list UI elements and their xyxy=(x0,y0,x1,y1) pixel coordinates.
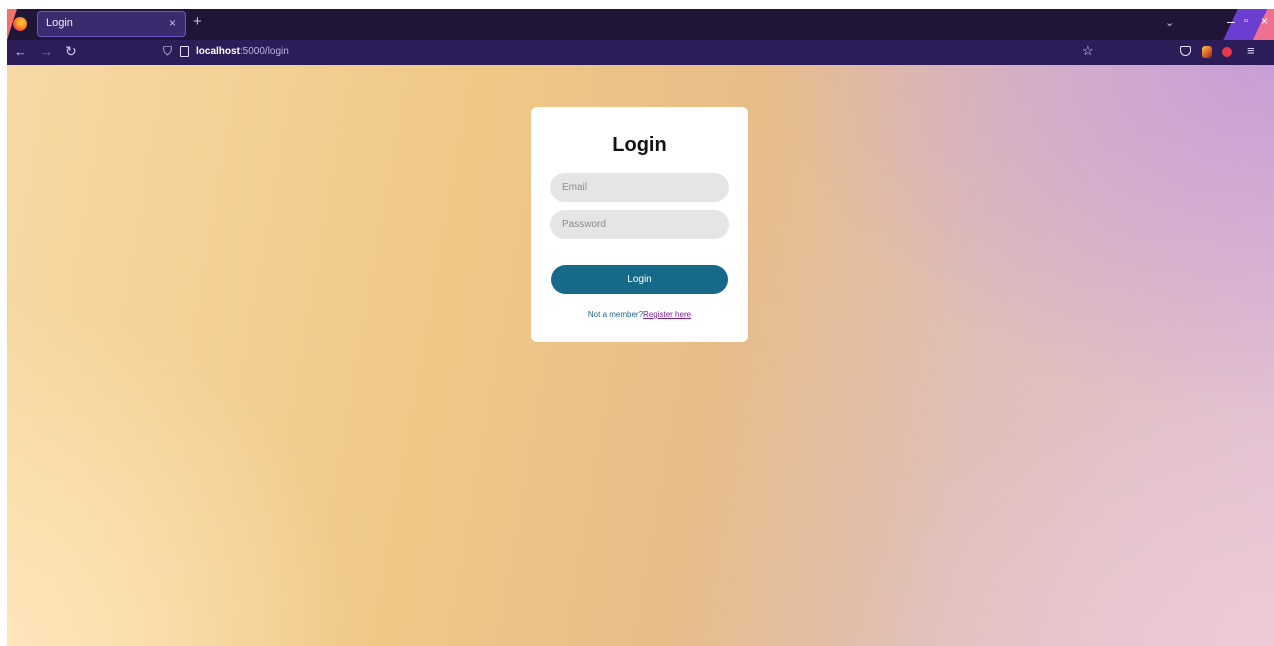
bookmark-star-icon[interactable]: ☆ xyxy=(1082,43,1094,59)
extension-icon[interactable] xyxy=(1202,46,1212,58)
password-field[interactable] xyxy=(550,210,729,239)
email-field[interactable] xyxy=(550,173,729,202)
url-host: localhost xyxy=(196,46,240,57)
close-window-button[interactable]: × xyxy=(1261,14,1268,28)
page-icon[interactable] xyxy=(180,46,189,57)
browser-window: Login × + ⌄ – ▫ × ← → ↻ ⛉ localhost:5000… xyxy=(7,9,1274,646)
extension-icon[interactable] xyxy=(1222,47,1232,57)
login-button[interactable]: Login xyxy=(551,265,728,294)
register-prompt: Not a member?Register here xyxy=(531,310,748,319)
register-prompt-text: Not a member? xyxy=(587,310,644,319)
navigation-toolbar: ← → ↻ ⛉ localhost:5000/login ☆ ≡ xyxy=(7,40,1274,65)
firefox-logo-icon xyxy=(13,17,27,31)
minimize-button[interactable]: – xyxy=(1227,13,1235,29)
pocket-icon[interactable] xyxy=(1180,46,1191,56)
url-bar[interactable]: localhost:5000/login xyxy=(196,46,289,57)
list-all-tabs-button[interactable]: ⌄ xyxy=(1165,16,1174,29)
maximize-button[interactable]: ▫ xyxy=(1244,15,1248,27)
new-tab-button[interactable]: + xyxy=(193,13,202,30)
login-card: Login Login Not a member?Register here xyxy=(531,107,748,342)
tab-bar: Login × + ⌄ – ▫ × xyxy=(7,9,1274,40)
hamburger-menu-icon[interactable]: ≡ xyxy=(1247,43,1255,58)
tab-close-icon[interactable]: × xyxy=(169,16,176,30)
back-button[interactable]: ← xyxy=(14,44,27,59)
forward-button[interactable]: → xyxy=(40,44,53,59)
tab-login[interactable]: Login × xyxy=(37,11,186,37)
register-link[interactable]: Register here xyxy=(643,310,691,319)
page-title: Login xyxy=(612,134,667,156)
reload-button[interactable]: ↻ xyxy=(65,43,77,60)
tracking-shield-icon[interactable]: ⛉ xyxy=(163,44,172,59)
url-path: :5000/login xyxy=(239,46,289,57)
page-content: Login Login Not a member?Register here xyxy=(7,65,1274,646)
tab-title: Login xyxy=(46,17,73,29)
